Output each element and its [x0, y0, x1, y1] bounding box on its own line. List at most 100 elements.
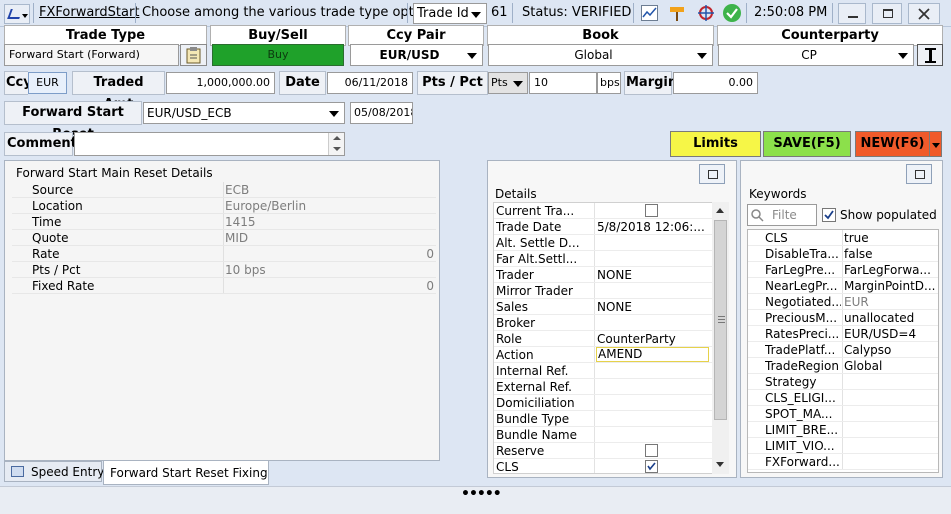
chevron-down-icon [329, 111, 339, 117]
keyword-row[interactable]: PreciousM... unallocated [748, 310, 938, 326]
maximize-button[interactable] [872, 3, 902, 24]
details-row[interactable]: Action AMEND [494, 347, 712, 363]
keyword-row[interactable]: CLS_ELIGI... [748, 390, 938, 406]
keyword-value[interactable]: MarginPointD... [844, 278, 938, 293]
details-row-label: Reserve [496, 444, 545, 458]
reset-date-input[interactable]: 05/08/2018 [350, 102, 413, 124]
counterparty-text-button[interactable] [917, 44, 943, 66]
splitter-grip-icon[interactable]: ••••• [461, 486, 502, 502]
counterparty-select[interactable]: CP [718, 44, 914, 66]
signpost-icon[interactable] [668, 4, 686, 22]
keyword-row[interactable]: Negotiated... EUR [748, 294, 938, 310]
keyword-row[interactable]: FarLegPre... FarLegForwa... [748, 262, 938, 278]
details-row[interactable]: Bundle Name [494, 427, 712, 443]
book-select[interactable]: Global [488, 44, 713, 66]
date-label: Date [279, 71, 326, 95]
details-checkbox[interactable] [645, 204, 658, 217]
details-scroll-thumb[interactable] [714, 220, 727, 420]
keyword-value[interactable]: Global [844, 358, 938, 373]
chart-icon[interactable] [641, 5, 658, 21]
keyword-row[interactable]: TradePlatf... Calypso [748, 342, 938, 358]
trade-type-picker-button[interactable] [180, 44, 207, 66]
tab-forward-start-reset-fixing[interactable]: Forward Start Reset Fixing [103, 461, 269, 485]
keyword-value[interactable]: EUR [844, 294, 938, 309]
details-row[interactable]: Far Alt.Settl... [494, 251, 712, 267]
tab-speed-entry[interactable]: Speed Entry [4, 461, 104, 482]
buy-sell-toggle[interactable]: Buy [212, 44, 344, 66]
keyword-value[interactable]: unallocated [844, 310, 938, 325]
keyword-row[interactable]: RatesPreci... EUR/USD=4 [748, 326, 938, 342]
keyword-value[interactable]: FarLegForwa... [844, 262, 938, 277]
details-row[interactable]: External Ref. [494, 379, 712, 395]
action-value-field[interactable]: AMEND [596, 347, 709, 362]
bottom-splitter[interactable]: ••••• [0, 486, 951, 514]
new-button[interactable]: NEW(F6) [855, 131, 929, 157]
date-input[interactable]: 06/11/2018 [327, 72, 413, 94]
new-dropdown-button[interactable] [929, 131, 942, 157]
forward-start-reset-select[interactable]: EUR/USD_ECB [143, 102, 345, 124]
keywords-panel-restore-button[interactable] [906, 164, 932, 184]
margin-input[interactable]: 0.00 [673, 72, 758, 94]
details-row[interactable]: Mirror Trader [494, 283, 712, 299]
pts-select[interactable]: Pts [488, 72, 528, 94]
keyword-row[interactable]: TradeRegion Global [748, 358, 938, 374]
keyword-value[interactable]: EUR/USD=4 [844, 326, 938, 341]
details-row[interactable]: Broker [494, 315, 712, 331]
trade-id-select[interactable]: Trade Id [413, 3, 487, 24]
pts-value-input[interactable]: 10 [529, 72, 597, 94]
details-row-label: Current Tra... [496, 204, 575, 218]
details-row[interactable]: Bundle Type [494, 411, 712, 427]
details-row[interactable]: Trade Date 5/8/2018 12:06:... [494, 219, 712, 235]
details-row[interactable]: Sales NONE [494, 299, 712, 315]
details-row[interactable]: Alt. Settle D... [494, 235, 712, 251]
details-row[interactable]: CLS [494, 459, 712, 473]
details-row[interactable]: Reserve [494, 443, 712, 459]
details-row[interactable]: Domiciliation [494, 395, 712, 411]
chevron-down-icon[interactable] [333, 147, 341, 151]
check-icon[interactable] [723, 4, 741, 22]
trade-type-field[interactable]: Forward Start (Forward) [4, 44, 179, 66]
keyword-row[interactable]: FXForward... [748, 454, 938, 470]
chevron-up-icon[interactable] [716, 208, 724, 213]
network-icon[interactable] [697, 4, 715, 22]
comments-spinner[interactable] [328, 133, 344, 155]
close-button[interactable] [908, 3, 940, 24]
keyword-filter-input[interactable]: Filte [747, 204, 817, 226]
keyword-row[interactable]: Strategy [748, 374, 938, 390]
details-row-value[interactable]: NONE [597, 267, 712, 282]
details-panel-restore-button[interactable] [699, 164, 725, 184]
keyword-row[interactable]: SPOT_MA... [748, 406, 938, 422]
minimize-button[interactable] [838, 3, 866, 24]
app-menu-button[interactable] [4, 4, 30, 24]
keyword-value[interactable]: false [844, 246, 938, 261]
details-row[interactable]: Internal Ref. [494, 363, 712, 379]
keyword-row[interactable]: LIMIT_VIO... [748, 438, 938, 454]
ccy-pair-select[interactable]: EUR/USD [350, 44, 483, 66]
details-row-value[interactable]: NONE [597, 299, 712, 314]
keyword-row[interactable]: CLS true [748, 230, 938, 246]
keyword-row[interactable]: DisableTra... false [748, 246, 938, 262]
details-row-value[interactable]: 5/8/2018 12:06:... [597, 219, 712, 234]
cls-checkbox[interactable] [645, 460, 658, 473]
chevron-up-icon[interactable] [333, 136, 341, 140]
app-title-link[interactable]: FXForwardStart [39, 5, 139, 20]
maximize-icon [883, 9, 893, 18]
keyword-row[interactable]: LIMIT_BRE... [748, 422, 938, 438]
show-populated-checkbox[interactable] [822, 208, 836, 222]
details-row-value[interactable]: CounterParty [597, 331, 712, 346]
details-row[interactable]: Current Tra... [494, 203, 712, 219]
chevron-down-icon[interactable] [716, 462, 724, 467]
limits-button[interactable]: Limits [670, 131, 761, 157]
save-button[interactable]: SAVE(F5) [763, 131, 851, 157]
traded-amt-input[interactable]: 1,000,000.00 [166, 72, 275, 94]
details-checkbox[interactable] [645, 444, 658, 457]
details-row[interactable]: Role CounterParty [494, 331, 712, 347]
keyword-value[interactable]: Calypso [844, 342, 938, 357]
details-scrollbar[interactable] [712, 202, 729, 474]
keyword-row[interactable]: NearLegPr... MarginPointD... [748, 278, 938, 294]
details-grid: Current Tra... Trade Date 5/8/2018 12:06:.… [493, 202, 713, 474]
comments-input[interactable] [74, 132, 345, 156]
keyword-value[interactable]: true [844, 230, 938, 245]
ccy-button[interactable]: EUR [28, 72, 67, 94]
details-row[interactable]: Trader NONE [494, 267, 712, 283]
